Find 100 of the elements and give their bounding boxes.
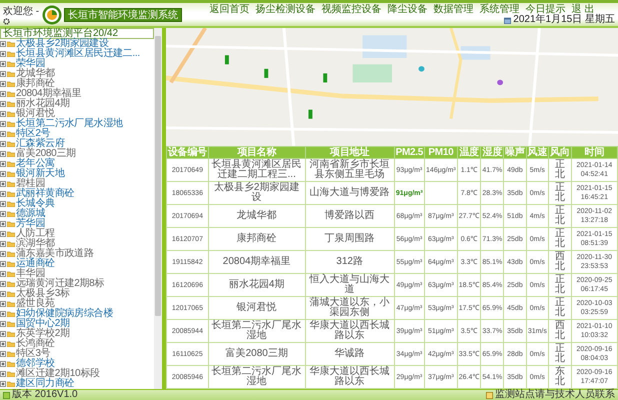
nav-link[interactable]: 数据管理 — [434, 4, 474, 15]
expand-icon[interactable] — [0, 261, 6, 267]
expand-icon[interactable] — [0, 111, 6, 117]
column-header: 设备编号 — [166, 146, 208, 158]
tree-item[interactable]: 武丽祥黄商砼 — [16, 189, 74, 199]
tree-item[interactable]: 芳华园 — [16, 219, 46, 229]
expand-icon[interactable] — [0, 171, 6, 177]
table-cell: 河南省新乡市长垣县东侧五里毛场 — [305, 158, 394, 182]
expand-icon[interactable] — [0, 191, 6, 197]
expand-icon[interactable] — [0, 51, 6, 57]
table-cell: 20804期幸福里 — [208, 250, 306, 274]
expand-icon[interactable] — [0, 131, 6, 137]
table-cell: 华康大道以西长城路以东 — [305, 320, 394, 342]
expand-icon[interactable] — [0, 231, 6, 237]
tree-item[interactable]: 长垣县黄河滩区居民迁建二... — [16, 49, 140, 59]
expand-icon[interactable] — [0, 381, 6, 387]
table-cell: 太极县乡2期家园建设 — [208, 182, 306, 204]
tree-item[interactable]: 富美2080三期 — [16, 149, 76, 159]
table-cell: 博爱路以西 — [305, 204, 394, 228]
expand-icon[interactable] — [0, 311, 6, 317]
scrollbar[interactable] — [154, 28, 162, 389]
tree-item[interactable]: 运通商砼 — [16, 259, 55, 269]
expand-icon[interactable] — [0, 151, 6, 157]
tree-item[interactable]: 康邦商砼 — [16, 79, 55, 89]
info-icon — [3, 392, 10, 398]
expand-icon[interactable] — [0, 321, 6, 327]
table-cell: 龙城华都 — [208, 204, 306, 228]
tree-item[interactable]: 银河新天地 — [16, 169, 65, 179]
column-header: 风速 — [526, 146, 549, 158]
tree-item[interactable]: 人防工程 — [16, 229, 55, 239]
nav-link[interactable]: 视频监控设备 — [322, 4, 382, 15]
notice-icon — [486, 392, 493, 398]
tree-item[interactable]: 长鸿商砼 — [16, 339, 55, 349]
nav-link[interactable]: 系统管理 — [480, 4, 520, 15]
tree-item[interactable]: 龙城华都 — [16, 69, 55, 79]
tree-item[interactable]: 太极县乡2期家园建设 — [16, 39, 109, 49]
tree-item[interactable]: 汇森紫云府 — [16, 139, 65, 149]
column-header: 时间 — [571, 146, 618, 158]
expand-icon[interactable] — [0, 201, 6, 207]
tree-item[interactable]: 盛世良苑 — [16, 299, 55, 309]
expand-icon[interactable] — [0, 141, 6, 147]
nav-link[interactable]: 降尘设备 — [388, 4, 428, 15]
tree-item[interactable]: 滩区迁建2期10标段 — [16, 369, 100, 379]
nav-link[interactable]: 今日提示 — [526, 4, 566, 15]
expand-icon[interactable] — [0, 41, 6, 47]
tree-item[interactable]: 20804期幸福里 — [16, 89, 82, 99]
tree-item[interactable]: 丰华园 — [16, 269, 46, 279]
expand-icon[interactable] — [0, 221, 6, 227]
expand-icon[interactable] — [0, 211, 6, 217]
expand-icon[interactable] — [0, 281, 6, 287]
expand-icon[interactable] — [0, 331, 6, 337]
tree-item[interactable]: 滨湖华都 — [16, 239, 55, 249]
tree-item[interactable]: 国贸中心2期 — [16, 319, 70, 329]
nav-link[interactable]: 退 出 — [572, 4, 594, 15]
expand-icon[interactable] — [0, 81, 6, 87]
expand-icon[interactable] — [0, 291, 6, 297]
table-cell: 丽水花园4期 — [208, 274, 306, 296]
tree-item[interactable]: 特区3号 — [16, 349, 50, 359]
expand-icon[interactable] — [0, 61, 6, 67]
expand-icon[interactable] — [0, 361, 6, 367]
tree-item[interactable]: 特区2号 — [16, 129, 50, 139]
column-header: 项目地址 — [305, 146, 394, 158]
table-cell: 富美2080三期 — [208, 342, 306, 366]
column-header: PM2.5 — [394, 146, 425, 158]
expand-icon[interactable] — [0, 71, 6, 77]
tree-item[interactable]: 丽水花园4期 — [16, 99, 70, 109]
expand-icon[interactable] — [0, 301, 6, 307]
expand-icon[interactable] — [0, 181, 6, 187]
tree-item[interactable]: 远瑞黄河迁建2期8标 — [16, 279, 104, 289]
tree-item[interactable]: 长城令典 — [16, 199, 55, 209]
expand-icon[interactable] — [0, 121, 6, 127]
tree-item[interactable]: 太极县乡3标 — [16, 289, 70, 299]
tree-item[interactable]: 银河君悦 — [16, 109, 55, 119]
tree-item[interactable]: 东英学校2期 — [16, 329, 70, 339]
expand-icon[interactable] — [0, 241, 6, 247]
tree-item[interactable]: 碧桂园 — [16, 179, 46, 189]
tree-item[interactable]: 建区同力商砼 — [16, 379, 74, 389]
tree-item[interactable]: 荣华园 — [16, 59, 46, 69]
expand-icon[interactable] — [0, 271, 6, 277]
table-cell: 正北 — [548, 182, 572, 204]
expand-icon[interactable] — [0, 251, 6, 257]
version-text: 版本 2016V1.0 — [12, 390, 78, 400]
table-cell: 山海大道与博爱路 — [305, 182, 394, 204]
gear-icon[interactable] — [3, 18, 10, 25]
expand-icon[interactable] — [0, 341, 6, 347]
expand-icon[interactable] — [0, 161, 6, 167]
expand-icon[interactable] — [0, 351, 6, 357]
expand-icon[interactable] — [0, 91, 6, 97]
tree-item[interactable]: 德源城 — [16, 209, 46, 219]
table-cell: 恒入大道与山海大道 — [305, 274, 394, 296]
tree-item[interactable]: 蒲东嘉美市政道路 — [16, 249, 94, 259]
expand-icon[interactable] — [0, 101, 6, 107]
tree-item[interactable]: 妇幼保健院病房综合楼 — [16, 309, 114, 319]
nav-link[interactable]: 返回首页 — [210, 4, 250, 15]
tree-item[interactable]: 德邻学校 — [16, 359, 55, 369]
expand-icon[interactable] — [0, 371, 6, 377]
table-cell: 正北 — [548, 228, 572, 250]
nav-link[interactable]: 扬尘检测设备 — [256, 4, 316, 15]
tree-item[interactable]: 长垣第二污水厂尾水湿地 — [16, 119, 123, 129]
tree-item[interactable]: 老年公寓 — [16, 159, 55, 169]
